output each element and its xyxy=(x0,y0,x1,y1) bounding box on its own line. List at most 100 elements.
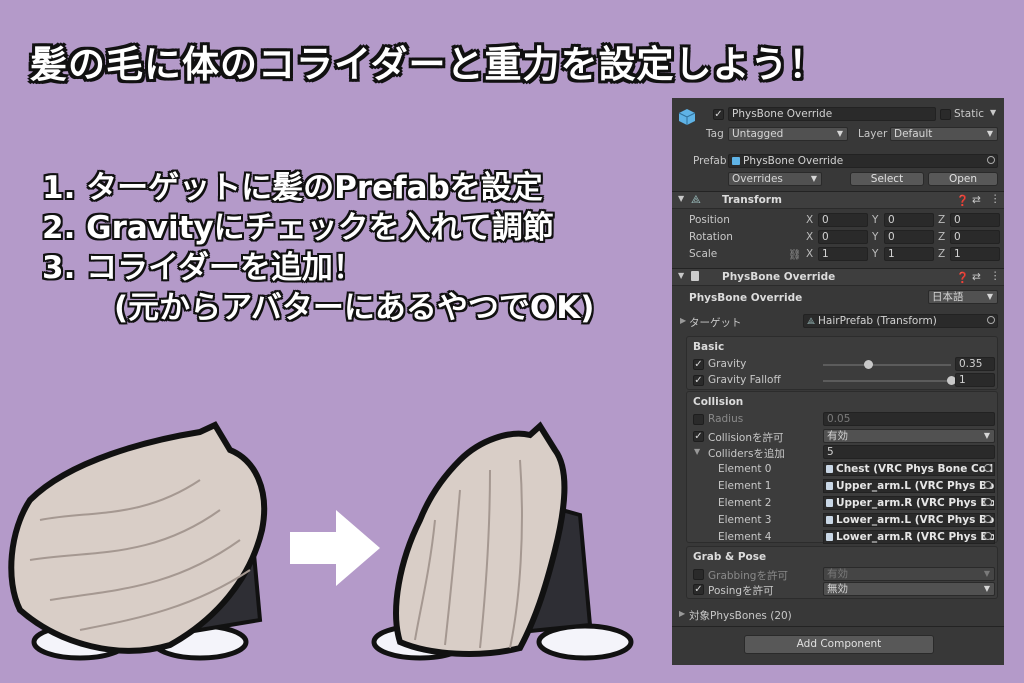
foldout-arrow-icon[interactable]: ▶ xyxy=(680,316,686,325)
position-axis-0-label[interactable]: X xyxy=(806,214,813,226)
grabbing-dropdown[interactable]: 有効 ▼ xyxy=(823,567,995,581)
preset-icon[interactable]: ⇄ xyxy=(972,271,981,283)
script-icon xyxy=(826,533,833,541)
instruction-steps: 1. ターゲットに髪のPrefabを設定 2. Gravityにチェックを入れて… xyxy=(42,168,594,328)
gravity-checkbox[interactable]: ✓ xyxy=(693,359,704,370)
object-picker-icon[interactable] xyxy=(984,464,992,472)
allow-collision-checkbox[interactable]: ✓ xyxy=(693,431,704,442)
layer-value: Default xyxy=(894,128,933,140)
posing-checkbox[interactable]: ✓ xyxy=(693,584,704,595)
collider-element-field[interactable]: Chest (VRC Phys Bone Collider) xyxy=(823,462,995,476)
radius-checkbox[interactable] xyxy=(693,414,704,425)
divider xyxy=(672,626,1004,627)
foldout-arrow-icon[interactable]: ▼ xyxy=(678,194,684,203)
prefab-field[interactable]: PhysBone Override xyxy=(728,154,998,168)
foldout-arrow-icon[interactable]: ▼ xyxy=(694,447,700,456)
object-name-field[interactable]: PhysBone Override xyxy=(728,107,936,121)
step-1: 1. ターゲットに髪のPrefabを設定 xyxy=(42,170,543,206)
allow-collision-label: Collisionを許可 xyxy=(708,432,784,444)
open-button[interactable]: Open xyxy=(928,172,998,186)
collider-element-field[interactable]: Upper_arm.L (VRC Phys Bone Collider) xyxy=(823,479,995,493)
language-dropdown[interactable]: 日本語 ▼ xyxy=(928,290,998,304)
scale-axis-0-field[interactable]: 1 xyxy=(818,247,868,261)
foldout-arrow-icon[interactable]: ▶ xyxy=(679,609,685,618)
preset-icon[interactable]: ⇄ xyxy=(972,194,981,206)
collider-element-field[interactable]: Lower_arm.L (VRC Phys Bone Collider) xyxy=(823,513,995,527)
chevron-down-icon: ▼ xyxy=(983,569,990,578)
rotation-axis-0-field[interactable]: 0 xyxy=(818,230,868,244)
object-picker-icon[interactable] xyxy=(984,515,992,523)
position-axis-0-field[interactable]: 0 xyxy=(818,213,868,227)
collider-element-field[interactable]: Lower_arm.R (VRC Phys Bone Collider) xyxy=(823,530,995,544)
hair-after-illustration xyxy=(371,421,634,661)
gravity-slider-track[interactable] xyxy=(823,364,951,366)
position-axis-2-field[interactable]: 0 xyxy=(950,213,1000,227)
position-axis-1-field[interactable]: 0 xyxy=(884,213,934,227)
gravity-slider-handle[interactable] xyxy=(863,360,873,369)
select-button[interactable]: Select xyxy=(850,172,924,186)
rotation-label: Rotation xyxy=(689,231,733,243)
chevron-down-icon: ▼ xyxy=(986,292,993,301)
collider-element-label: Element 1 xyxy=(718,480,772,492)
allow-collision-dropdown[interactable]: 有効 ▼ xyxy=(823,429,995,443)
colliders-count-field[interactable]: 5 xyxy=(823,445,995,459)
rotation-axis-0-label[interactable]: X xyxy=(806,231,813,243)
object-picker-icon[interactable] xyxy=(987,316,995,324)
object-picker-icon[interactable] xyxy=(984,498,992,506)
gravity-falloff-slider-track[interactable] xyxy=(823,380,951,382)
overrides-label: Overrides xyxy=(732,173,783,185)
target-label: ターゲット xyxy=(689,317,742,329)
object-picker-icon[interactable] xyxy=(984,481,992,489)
scale-label: Scale xyxy=(689,248,718,260)
tag-dropdown[interactable]: Untagged ▼ xyxy=(728,127,848,141)
static-checkbox[interactable] xyxy=(940,109,951,120)
collider-element-field[interactable]: Upper_arm.R (VRC Phys Bone Collider) xyxy=(823,496,995,510)
step-3-note: (元からアバターにあるやつでOK) xyxy=(114,290,595,326)
rotation-axis-1-field[interactable]: 0 xyxy=(884,230,934,244)
physbone-header[interactable]: ▼ PhysBone Override ❓ ⇄ ⋮ xyxy=(672,268,1004,286)
link-icon[interactable]: ⛓ xyxy=(788,248,801,261)
scale-axis-1-field[interactable]: 1 xyxy=(884,247,934,261)
step-3: 3. コライダーを追加！ xyxy=(42,250,364,286)
chevron-down-icon: ▼ xyxy=(983,584,990,593)
scale-axis-2-label[interactable]: Z xyxy=(938,248,945,260)
collider-element-value: Lower_arm.R (VRC Phys Bone Collider) xyxy=(836,531,994,543)
help-icon[interactable]: ❓ xyxy=(956,194,969,207)
layer-label: Layer xyxy=(858,128,888,140)
posing-dropdown[interactable]: 無効 ▼ xyxy=(823,582,995,596)
add-component-button[interactable]: Add Component xyxy=(744,635,934,654)
object-picker-icon[interactable] xyxy=(984,532,992,540)
collider-element-value: Upper_arm.R (VRC Phys Bone Collider) xyxy=(836,497,994,509)
position-axis-2-label[interactable]: Z xyxy=(938,214,945,226)
position-axis-1-label[interactable]: Y xyxy=(872,214,878,226)
target-field[interactable]: ⟁ HairPrefab (Transform) xyxy=(803,314,998,328)
scale-axis-1-label[interactable]: Y xyxy=(872,248,878,260)
foldout-arrow-icon[interactable]: ▼ xyxy=(678,271,684,280)
rotation-axis-1-label[interactable]: Y xyxy=(872,231,878,243)
scale-axis-2-field[interactable]: 1 xyxy=(950,247,1000,261)
gravity-falloff-checkbox[interactable]: ✓ xyxy=(693,375,704,386)
gravity-falloff-value-field[interactable]: 1 xyxy=(955,373,995,387)
more-options-icon[interactable]: ⋮ xyxy=(990,270,1001,282)
language-value: 日本語 xyxy=(932,291,964,303)
transform-header[interactable]: ▼ ⟁ Transform ❓ ⇄ ⋮ xyxy=(672,191,1004,209)
scale-axis-0-label[interactable]: X xyxy=(806,248,813,260)
object-picker-icon[interactable] xyxy=(987,156,995,164)
transform-title: Transform xyxy=(722,194,782,206)
grabbing-checkbox[interactable] xyxy=(693,569,704,580)
more-options-icon[interactable]: ⋮ xyxy=(990,193,1001,205)
static-dropdown-icon[interactable]: ▼ xyxy=(990,108,996,117)
layer-dropdown[interactable]: Default ▼ xyxy=(890,127,998,141)
target-physbones-label[interactable]: 対象PhysBones (20) xyxy=(689,608,792,623)
overrides-dropdown[interactable]: Overrides ▼ xyxy=(728,172,822,186)
radius-field[interactable]: 0.05 xyxy=(823,412,995,426)
grabbing-label: Grabbingを許可 xyxy=(708,570,788,582)
active-checkbox[interactable]: ✓ xyxy=(713,109,724,120)
gravity-value-field[interactable]: 0.35 xyxy=(955,357,995,371)
rotation-axis-2-label[interactable]: Z xyxy=(938,231,945,243)
radius-label: Radius xyxy=(708,413,744,425)
prefab-label: Prefab xyxy=(693,155,727,167)
help-icon[interactable]: ❓ xyxy=(956,271,969,284)
collider-element-label: Element 0 xyxy=(718,463,772,475)
rotation-axis-2-field[interactable]: 0 xyxy=(950,230,1000,244)
